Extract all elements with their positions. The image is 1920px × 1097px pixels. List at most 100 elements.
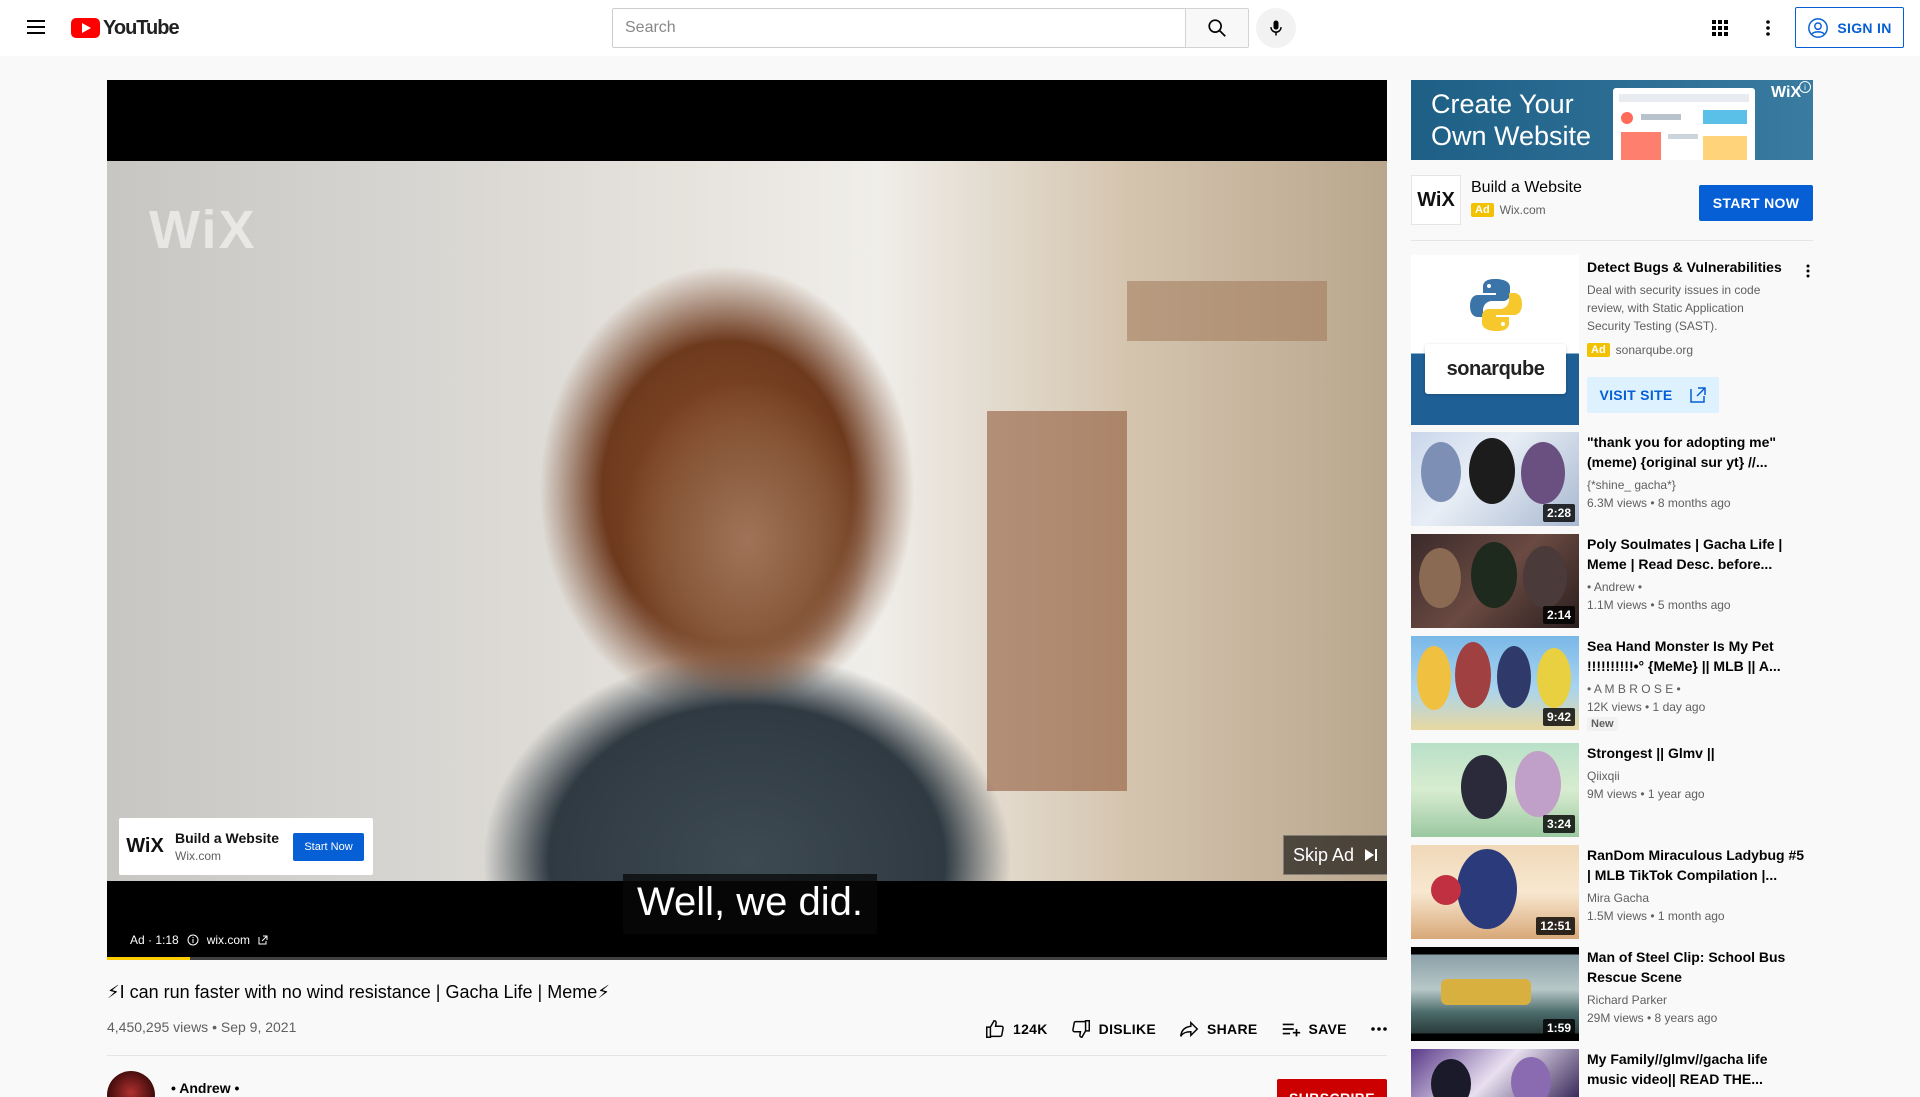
banner-headline: Create Your Own Website [1431,88,1591,152]
video-title[interactable]: "thank you for adopting me" (meme) {orig… [1587,432,1807,472]
channel-avatar[interactable] [107,1071,155,1097]
list-item[interactable]: My Family//glmv//gacha life music video|… [1411,1049,1813,1097]
ad-card-menu-button[interactable] [1796,259,1820,283]
search-button[interactable] [1185,8,1249,48]
skip-ad-label: Skip Ad [1292,844,1355,865]
video-thumbnail[interactable]: 1:59 [1411,947,1579,1041]
video-meta: 1.5M views • 1 month ago [1587,909,1725,923]
channel-name[interactable]: Mira Gacha [1587,891,1649,905]
video-meta: 12K views • 1 day ago [1587,700,1706,714]
banner-line-1: Create Your [1431,89,1574,119]
video-frame[interactable]: WiX Well, we did. [107,161,1387,934]
external-link-icon [258,935,268,945]
thumbnail-figure [1419,548,1461,608]
python-logo-icon [1470,279,1522,331]
settings-button[interactable] [1756,16,1780,40]
youtube-logo[interactable]: YouTube [71,16,180,39]
video-title[interactable]: Poly Soulmates | Gacha Life | Meme | Rea… [1587,534,1807,574]
channel-name[interactable]: • Andrew • [171,1080,239,1096]
ad-card-domain: sonarqube.org [1615,343,1694,357]
share-button[interactable]: SHARE [1178,1018,1258,1040]
video-title[interactable]: RanDom Miraculous Ladybug #5 | MLB TikTo… [1587,845,1807,885]
video-duration: 12:51 [1536,917,1575,935]
companion-banner-ad[interactable]: Create Your Own Website WiX i [1411,80,1813,160]
progress-fill [107,957,191,960]
thumbnail-figure [1431,1059,1471,1097]
skip-ad-button[interactable]: Skip Ad [1283,835,1387,875]
video-title[interactable]: Man of Steel Clip: School Bus Rescue Sce… [1587,947,1807,987]
thumbnail-figure [1461,755,1507,819]
video-thumbnail[interactable]: 3:24 [1411,743,1579,837]
list-item[interactable]: 2:14 Poly Soulmates | Gacha Life | Meme … [1411,534,1813,628]
sign-in-label: SIGN IN [1837,19,1892,36]
visit-site-button[interactable]: VISIT SITE [1587,377,1719,413]
video-thumbnail[interactable]: 2:14 [1411,534,1579,628]
thumbnail-figure [1441,979,1531,1005]
progress-bar[interactable] [107,957,1387,960]
overlay-ad-logo: WiX [126,835,164,857]
ad-card-description: Deal with security issues in code review… [1587,283,1761,333]
video-player[interactable]: WiX Well, we did. WiX Build a Website Wi… [107,80,1387,960]
ad-domain-link[interactable]: wix.com [207,933,250,947]
more-actions-button[interactable] [1367,1017,1391,1041]
share-icon [1180,1020,1199,1038]
dislike-button[interactable]: DISLIKE [1070,1018,1156,1040]
info-icon[interactable] [187,934,199,946]
microphone-icon [1270,20,1282,36]
video-title[interactable]: My Family//glmv//gacha life music video|… [1587,1049,1807,1089]
background-books [987,411,1127,791]
visit-site-label: VISIT SITE [1599,387,1673,403]
sonarqube-logo: sonarqube [1425,344,1566,394]
promo-logo[interactable]: WiX [1411,175,1461,225]
divider [107,1055,1387,1056]
video-title[interactable]: Sea Hand Monster Is My Pet !!!!!!!!!!•° … [1587,636,1807,676]
video-thumbnail[interactable]: 9:42 [1411,636,1579,730]
search-icon [1208,19,1226,37]
start-now-button[interactable]: START NOW [1699,185,1813,221]
sign-in-button[interactable]: SIGN IN [1795,7,1904,48]
overlay-ad-button[interactable]: Start Now [293,833,364,861]
promo-title[interactable]: Build a Website [1471,179,1582,197]
video-title[interactable]: Strongest || Glmv || [1587,743,1807,763]
website-mockup-image [1613,88,1755,160]
ad-card-title[interactable]: Detect Bugs & Vulnerabilities [1587,259,1782,275]
channel-name[interactable]: Qiixqii [1587,769,1620,783]
list-item[interactable]: 9:42 Sea Hand Monster Is My Pet !!!!!!!!… [1411,636,1813,731]
video-meta: 29M views • 8 years ago [1587,1011,1718,1025]
ad-info-icon[interactable]: i [1799,81,1811,93]
ad-card-thumbnail[interactable]: sonarqube [1411,255,1579,425]
video-duration: 3:24 [1542,815,1575,833]
logo-text: YouTube [103,16,180,39]
video-thumbnail[interactable] [1411,1049,1579,1097]
channel-name[interactable]: {*shine_ gacha*} [1587,478,1676,492]
thumbnail-figure [1511,1057,1551,1097]
list-item[interactable]: 12:51 RanDom Miraculous Ladybug #5 | MLB… [1411,845,1813,939]
overlay-ad-domain: Wix.com [175,849,221,863]
promo-subtitle: Ad Wix.com [1471,203,1546,217]
list-item[interactable]: 2:28 "thank you for adopting me" (meme) … [1411,432,1813,526]
list-item[interactable]: 3:24 Strongest || Glmv || Qiixqii 9M vie… [1411,743,1813,837]
overlay-ad-title: Build a Website [175,830,279,846]
overlay-ad-text: Build a Website Wix.com [175,830,279,863]
dislike-label: DISLIKE [1098,1021,1156,1037]
promo-row: WiX Build a Website Ad Wix.com START NOW [1411,175,1813,225]
voice-search-button[interactable] [1256,8,1296,48]
menu-icon[interactable] [24,16,48,40]
list-item[interactable]: 1:59 Man of Steel Clip: School Bus Rescu… [1411,947,1813,1041]
video-view-date: 4,450,295 views • Sep 9, 2021 [107,1019,297,1035]
channel-name[interactable]: • Andrew • [1587,580,1642,594]
channel-name[interactable]: • A M B R O S E • [1587,682,1681,696]
search-bar [612,8,1249,48]
search-input[interactable] [612,8,1185,48]
apps-button[interactable] [1708,16,1732,40]
promoted-ad-card[interactable]: sonarqube Detect Bugs & Vulnerabilities … [1411,255,1813,425]
video-thumbnail[interactable]: 12:51 [1411,845,1579,939]
video-thumbnail[interactable]: 2:28 [1411,432,1579,526]
more-vertical-icon [1806,264,1810,278]
overlay-ad[interactable]: WiX Build a Website Wix.com Start Now [119,818,373,875]
save-button[interactable]: SAVE [1280,1018,1347,1040]
channel-name[interactable]: Richard Parker [1587,993,1667,1007]
promo-domain: Wix.com [1499,203,1546,217]
subscribe-button[interactable]: SUBSCRIBE [1277,1079,1387,1097]
like-button[interactable]: 124K [984,1018,1048,1040]
